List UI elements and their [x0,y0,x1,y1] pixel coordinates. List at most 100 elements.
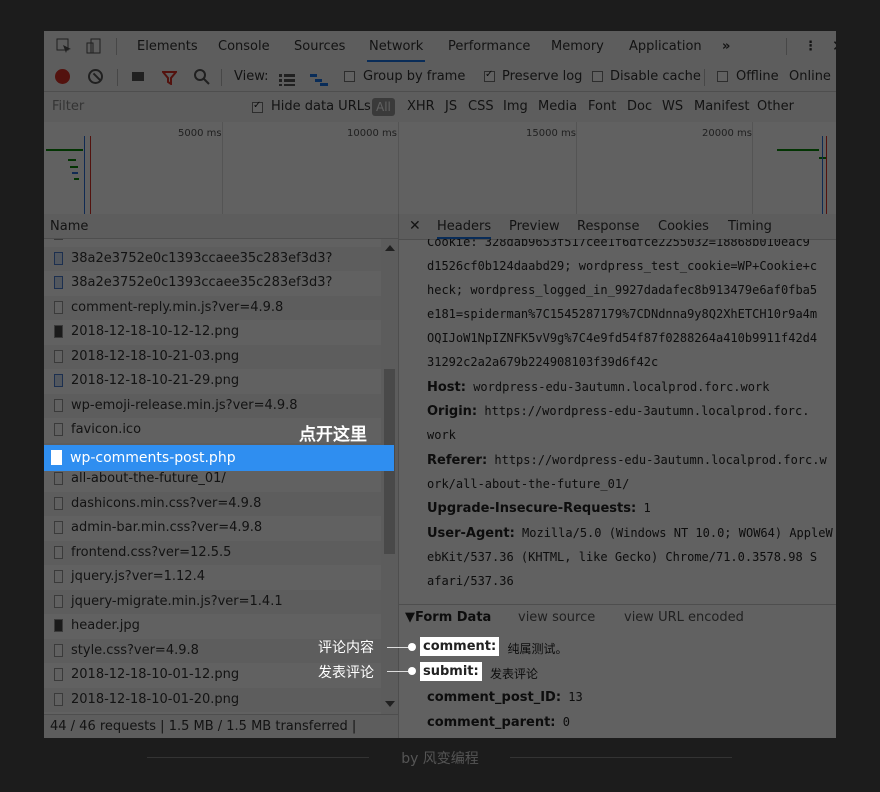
devtools-tabbar: Elements Console Sources Network Perform… [44,31,836,63]
list-item[interactable]: 38a2e3752e0c1393ccaee35c283ef3d3?s=128&d… [44,271,381,296]
footer-credit: by 风变编程 [401,751,479,767]
grid-line [398,122,399,214]
list-item-label: comment-reply.min.js?ver=4.9.8 [71,299,284,315]
hide-data-urls-label: Hide data URLs [271,99,371,114]
file-icon [54,398,63,412]
list-item[interactable]: header.jpg [44,614,381,639]
tab-cookies[interactable]: Cookies [658,214,709,239]
tab-application[interactable]: Application [627,31,704,62]
waterfall-icon[interactable] [310,71,328,90]
list-scrollbar[interactable] [381,239,398,714]
filter-xhr[interactable]: XHR [407,92,435,122]
disable-cache-checkbox[interactable] [592,71,603,82]
header-cookie-cont: e181=spiderman%7C1545287179%7CDNdnna9y8Q… [427,307,818,321]
screenshot-icon[interactable] [132,72,144,81]
header-cookie-cont: d1526cf0b124daabd29; wordpress_test_cook… [427,259,818,273]
filter-all-button[interactable]: All [372,98,395,116]
close-icon[interactable]: ✕ [830,31,836,62]
filter-input[interactable]: Filter [52,92,84,122]
list-item-label: style.css?ver=4.9.8 [71,642,199,658]
request-list-pane: Name 38a2e3752e0c1393ccaee35c283ef3d3?s=… [44,214,399,738]
scroll-up-icon[interactable] [385,245,395,251]
tab-sources[interactable]: Sources [292,31,347,62]
list-item-label: jquery.js?ver=1.12.4 [71,569,205,584]
filter-media[interactable]: Media [538,92,577,122]
timeline-label: 20000 ms [702,128,752,139]
tab-headers[interactable]: Headers [437,214,492,239]
scroll-down-icon[interactable] [385,701,395,707]
more-tabs-button[interactable]: » [720,31,732,62]
list-item-selected[interactable]: wp-comments-post.php [44,445,394,471]
filter-ws[interactable]: WS [662,92,683,122]
name-column-header[interactable]: Name [44,214,398,239]
header-origin: Origin: https://wordpress-edu-3autumn.lo… [427,404,809,419]
group-by-frame-checkbox[interactable] [344,71,355,82]
timeline-overview[interactable]: 5000 ms 10000 ms 15000 ms 20000 ms [44,122,836,215]
tab-elements[interactable]: Elements [135,31,200,62]
image-file-icon [54,619,63,632]
annotation-dot [408,667,416,675]
list-item[interactable]: 2018-12-18-10-21-03.png [44,344,381,369]
tab-performance[interactable]: Performance [446,31,532,62]
search-icon[interactable] [194,69,210,89]
list-item[interactable]: 2018-12-18-10-01-20.png [44,687,381,712]
callout-open-here: 点开这里 [299,425,367,445]
list-item[interactable]: comment-reply.min.js?ver=4.9.8 [44,295,381,320]
list-item[interactable]: wp-emoji-release.min.js?ver=4.9.8 [44,393,381,418]
kebab-menu-icon[interactable]: ⋮ [802,31,819,62]
selected-item-label: wp-comments-post.php [70,450,236,466]
record-icon[interactable] [55,69,70,84]
image-file-icon [54,325,63,338]
offline-checkbox[interactable] [717,71,728,82]
header-value: 1 [643,501,651,515]
view-url-encoded-link[interactable]: view URL encoded [624,605,744,631]
large-rows-icon[interactable] [279,71,295,90]
filter-css[interactable]: CSS [468,92,494,122]
view-source-link[interactable]: view source [518,605,595,631]
file-icon [54,668,63,681]
filter-icon[interactable] [160,70,179,89]
tab-response[interactable]: Response [577,214,639,239]
header-value: https://wordpress-edu-3autumn.localprod.… [484,404,810,418]
tab-console[interactable]: Console [216,31,272,62]
request-detail-pane: ✕ Headers Preview Response Cookies Timin… [399,214,836,738]
tab-network[interactable]: Network [367,31,426,62]
list-item[interactable] [44,239,381,247]
list-item[interactable]: frontend.css?ver=12.5.5 [44,540,381,565]
list-item[interactable]: 2018-12-18-10-21-29.png [44,369,381,394]
list-item[interactable]: jquery.js?ver=1.12.4 [44,565,381,590]
filter-img[interactable]: Img [503,92,528,122]
footer-line [510,757,732,758]
image-file-icon [54,374,63,387]
throttling-select[interactable]: Online [789,62,831,91]
file-icon [54,594,63,608]
tab-memory[interactable]: Memory [549,31,606,62]
device-toolbar-icon[interactable] [86,38,102,54]
close-detail-icon[interactable]: ✕ [409,214,421,239]
preserve-log-checkbox[interactable] [484,69,495,82]
list-item[interactable]: dashicons.min.css?ver=4.9.8 [44,491,381,516]
form-data-toggle[interactable]: ▼Form Data [405,605,491,631]
filter-font[interactable]: Font [588,92,616,122]
grid-line [752,122,753,214]
inspect-element-icon[interactable] [56,38,72,54]
filter-doc[interactable]: Doc [627,92,652,122]
form-field-post-id: comment_post_ID: 13 [427,690,583,705]
list-item[interactable]: jquery-migrate.min.js?ver=1.4.1 [44,589,381,614]
form-key: comment_parent: [427,715,556,730]
tab-timing[interactable]: Timing [728,214,772,239]
filter-js[interactable]: JS [445,92,457,122]
hide-data-urls-checkbox[interactable] [252,100,263,113]
form-value: 13 [568,690,583,704]
filter-manifest[interactable]: Manifest [694,92,749,122]
headers-content: Cookie: 328dab9653f517cee1f6dfce2255032=… [399,239,836,601]
list-item[interactable]: 38a2e3752e0c1393ccaee35c283ef3d3?s=52&d=… [44,246,381,271]
tab-preview[interactable]: Preview [509,214,560,239]
waterfall-bar [68,159,76,161]
list-item[interactable]: 2018-12-18-10-12-12.png [44,320,381,345]
waterfall-bar [74,178,79,180]
list-item-label: all-about-the-future_01/ [71,471,226,486]
comment-key-highlight: comment: [420,637,500,656]
filter-other[interactable]: Other [757,92,794,122]
list-item[interactable]: admin-bar.min.css?ver=4.9.8 [44,516,381,541]
